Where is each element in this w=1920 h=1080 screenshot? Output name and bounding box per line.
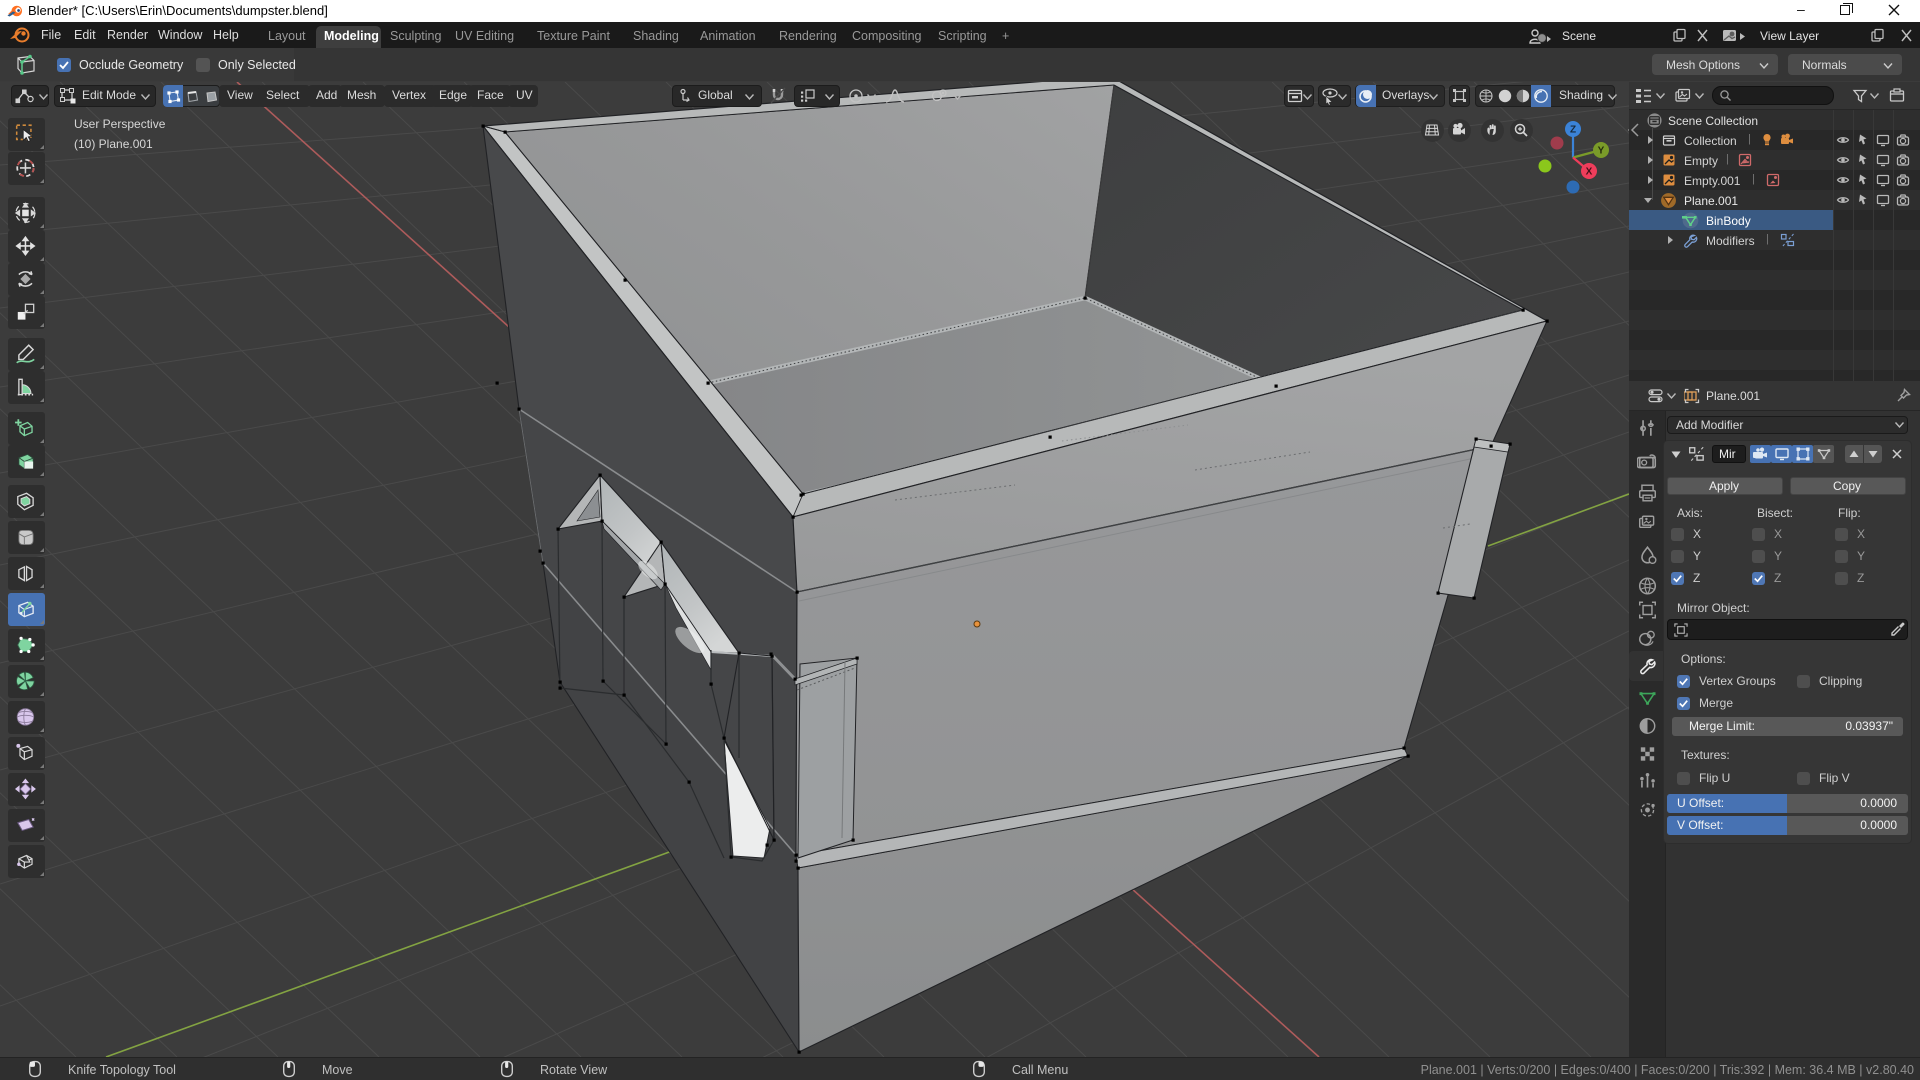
svg-text:X: X xyxy=(1586,167,1593,178)
svg-text:Z: Z xyxy=(1570,125,1576,136)
svg-text:Y: Y xyxy=(1598,146,1605,157)
svg-text:(10) Plane.001: (10) Plane.001 xyxy=(74,137,153,151)
svg-text:User Perspective: User Perspective xyxy=(74,117,166,131)
